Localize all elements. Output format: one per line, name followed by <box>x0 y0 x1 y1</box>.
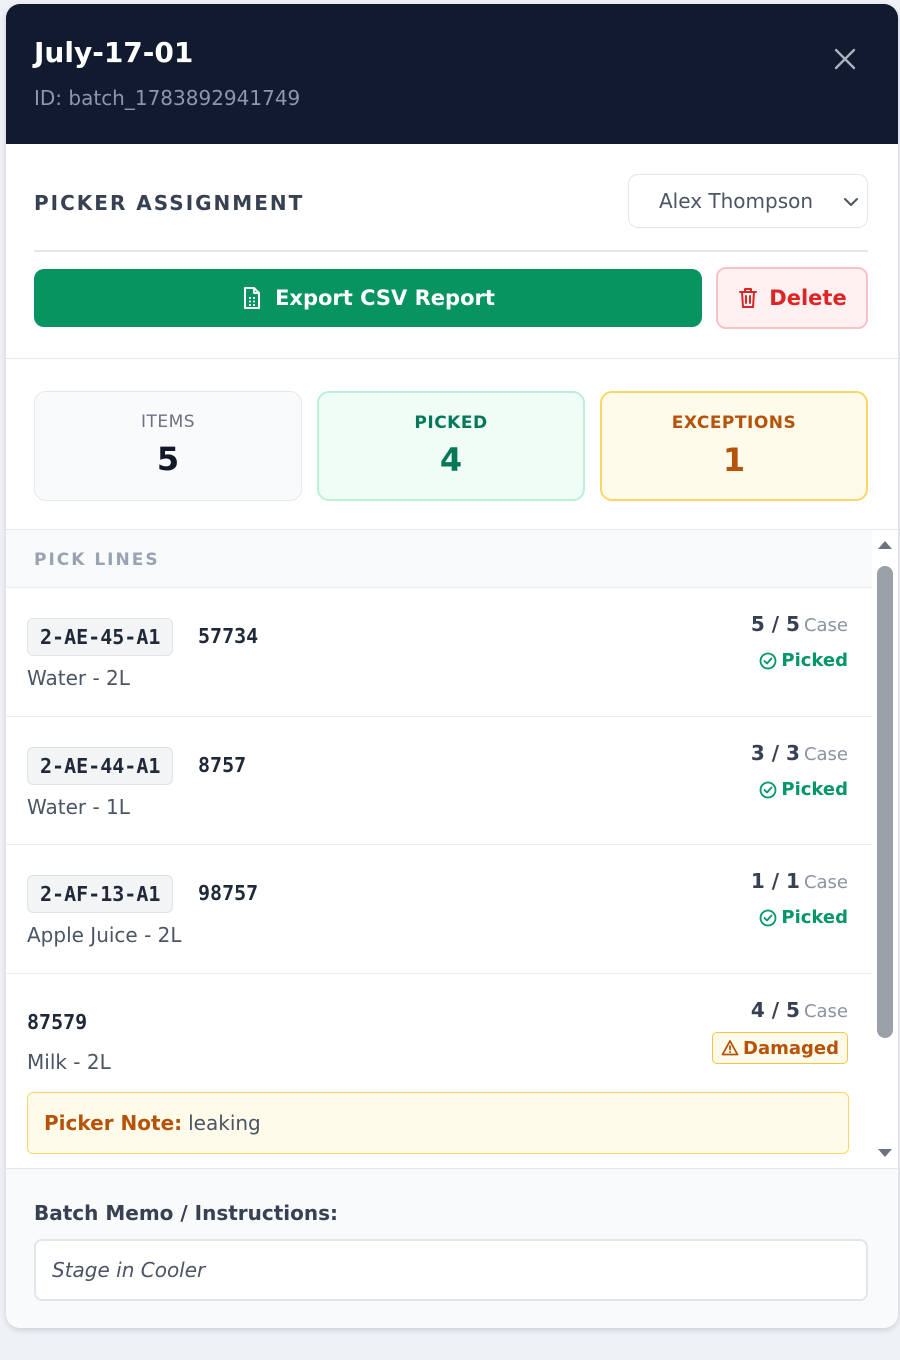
check-circle-icon <box>759 652 777 669</box>
qty-ordered: 5 <box>786 612 800 636</box>
batch-memo-section: Batch Memo / Instructions: <box>6 1168 898 1328</box>
chevron-down-icon <box>844 198 858 206</box>
sku-code: 8757 <box>198 753 247 777</box>
status-label: Picked <box>781 779 848 800</box>
scrollbar-thumb[interactable] <box>877 566 893 1038</box>
export-csv-button[interactable]: Export CSV Report <box>34 269 702 327</box>
qty-ordered: 5 <box>786 998 800 1022</box>
picker-select[interactable]: Alex Thompson <box>628 174 868 228</box>
check-circle-icon <box>759 781 777 798</box>
pick-line-row[interactable]: 2-AF-13-A1 98757 Apple Juice - 2L 1 / 1C… <box>6 845 872 974</box>
pick-line-row[interactable]: 87579 Milk - 2L 4 / 5 Case Damaged Picker… <box>6 974 872 1168</box>
qty-picked: 5 <box>750 612 765 636</box>
export-csv-label: Export CSV Report <box>275 286 495 310</box>
picked-stat-label: PICKED <box>414 413 488 433</box>
status-badge: Picked <box>759 650 848 671</box>
qty-unit: Case <box>803 1001 848 1022</box>
scroll-up-arrow-icon[interactable] <box>878 540 892 550</box>
items-stat-card: ITEMS 5 <box>34 391 302 501</box>
status-label: Picked <box>781 907 848 928</box>
pick-line-row[interactable]: 2-AE-45-A1 57734 Water - 2L 5 / 5 Case Pi… <box>6 588 872 717</box>
qty-ordered: 3 <box>786 741 800 765</box>
exceptions-stat-value: 1 <box>722 441 746 479</box>
status-label: Picked <box>781 650 848 671</box>
scroll-down-arrow-icon[interactable] <box>878 1148 892 1158</box>
quantity: 4 / 5 Case <box>750 998 848 1022</box>
status-badge: Picked <box>759 779 848 800</box>
check-circle-icon <box>759 909 777 926</box>
exceptions-stat-card: EXCEPTIONS 1 <box>600 391 868 501</box>
pick-lines-scrollbar[interactable] <box>872 530 898 1168</box>
pick-lines-label: PICK LINES <box>34 550 160 570</box>
qty-picked: 3 <box>750 741 765 765</box>
picker-note: Picker Note: leaking <box>27 1092 849 1154</box>
items-stat-label: ITEMS <box>140 412 196 432</box>
quantity: 5 / 5 Case <box>750 612 848 636</box>
qty-unit: Case <box>803 744 848 765</box>
pick-line-row[interactable]: 2-AE-44-A1 8757 Water - 1L 3 / 3 Case Pic… <box>6 717 872 845</box>
close-icon <box>834 48 856 70</box>
assignment-divider <box>34 250 868 252</box>
items-stat-value: 5 <box>156 440 180 478</box>
pick-lines-header: PICK LINES <box>6 530 872 588</box>
qty-picked: 1 <box>750 869 765 893</box>
product-name: Milk - 2L <box>27 1050 111 1074</box>
picked-stat-card: PICKED 4 <box>317 391 585 501</box>
product-name: Apple Juice - 2L <box>27 923 182 947</box>
document-icon <box>244 287 261 309</box>
pick-lines-list[interactable]: PICK LINES 2-AE-45-A1 57734 Water - 2L 5… <box>6 530 898 1168</box>
panel-header: July-17-01 ID: batch_1783892941749 <box>6 4 898 144</box>
quantity: 3 / 3 Case <box>750 741 848 765</box>
location-badge: 2-AE-44-A1 <box>27 747 174 785</box>
qty-picked: 4 <box>750 998 765 1022</box>
location-badge: 2-AF-13-A1 <box>27 875 174 913</box>
warning-icon <box>721 1040 739 1056</box>
status-badge: Damaged <box>712 1032 848 1064</box>
sku-code: 98757 <box>198 881 259 905</box>
product-name: Water - 2L <box>27 666 130 690</box>
status-label: Damaged <box>743 1037 839 1059</box>
quantity: 1 / 1 Case <box>750 869 848 893</box>
qty-unit: Case <box>803 872 848 893</box>
product-name: Water - 1L <box>27 795 130 819</box>
trash-icon <box>739 288 758 308</box>
sku-code: 57734 <box>198 624 259 648</box>
close-button[interactable] <box>828 42 862 76</box>
delete-label: Delete <box>769 286 847 310</box>
batch-memo-input[interactable] <box>34 1239 868 1301</box>
picker-note-label: Picker Note: <box>44 1111 183 1135</box>
qty-ordered: 1 <box>786 869 800 893</box>
qty-unit: Case <box>803 615 848 636</box>
picker-note-text: leaking <box>188 1111 261 1135</box>
picker-assignment-label: PICKER ASSIGNMENT <box>34 191 305 215</box>
batch-id: ID: batch_1783892941749 <box>34 86 301 110</box>
picker-select-value: Alex Thompson <box>659 189 814 213</box>
location-badge: 2-AE-45-A1 <box>27 618 174 656</box>
status-badge: Picked <box>759 907 848 928</box>
stats-band: ITEMS 5 PICKED 4 EXCEPTIONS 1 <box>6 358 898 530</box>
delete-button[interactable]: Delete <box>716 267 868 329</box>
batch-detail-panel: July-17-01 ID: batch_1783892941749 PICKE… <box>6 4 898 1328</box>
batch-memo-label: Batch Memo / Instructions: <box>34 1201 339 1225</box>
exceptions-stat-label: EXCEPTIONS <box>671 413 797 433</box>
batch-title: July-17-01 <box>34 36 194 69</box>
picked-stat-value: 4 <box>439 441 463 479</box>
sku-code: 87579 <box>27 1010 88 1034</box>
